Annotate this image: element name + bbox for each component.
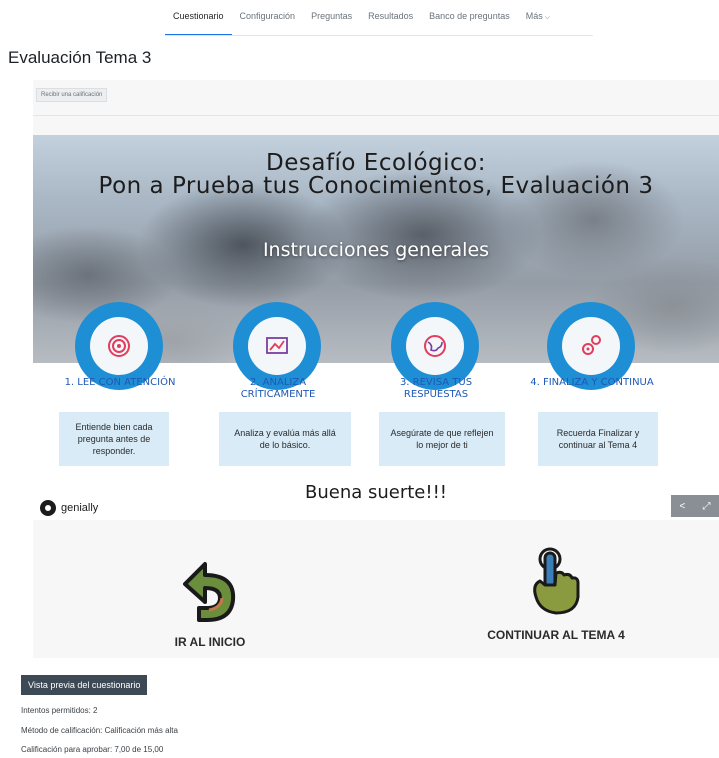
return-arrow-icon bbox=[183, 562, 236, 622]
receive-grade-button[interactable]: Recibir una calificación bbox=[36, 88, 108, 102]
step-4-title: 4. FINALIZA Y CONTINUA bbox=[530, 377, 654, 388]
genially-title-line2: Pon a Prueba tus Conocimientos, Evaluaci… bbox=[98, 173, 654, 199]
activity-content: Recibir una calificación Desafío Ecológi… bbox=[33, 80, 719, 658]
step-3-title: 3. REVISA TUS RESPUESTAS bbox=[399, 377, 473, 400]
tab-configuracion[interactable]: Configuración bbox=[232, 0, 304, 34]
nav-divider bbox=[165, 35, 593, 36]
chevron-down-icon: ⌵ bbox=[544, 14, 551, 21]
globe-icon bbox=[424, 335, 446, 357]
grading-method: Método de calificación: Calificación más… bbox=[21, 726, 178, 735]
fullscreen-icon[interactable]: ⤢ bbox=[702, 501, 710, 512]
go-home-button[interactable]: IR AL INICIO bbox=[165, 558, 255, 649]
embed-controls: < ⤢ bbox=[671, 495, 719, 517]
chart-icon bbox=[266, 337, 288, 354]
tab-mas-label: Más bbox=[525, 11, 543, 21]
good-luck-text: Buena suerte!!! bbox=[304, 482, 448, 503]
target-icon bbox=[108, 335, 130, 357]
genially-logo[interactable]: genially bbox=[40, 500, 98, 516]
tab-banco-de-preguntas[interactable]: Banco de preguntas bbox=[421, 0, 518, 34]
genially-logo-icon bbox=[40, 500, 56, 516]
instructions-heading: Instrucciones generales bbox=[262, 239, 490, 261]
secondary-navigation: Cuestionario Configuración Preguntas Res… bbox=[0, 0, 719, 36]
attempts-allowed: Intentos permitidos: 2 bbox=[21, 706, 98, 715]
step-2-card: Analiza y evalúa más allá de lo básico. bbox=[219, 412, 351, 466]
step-1-card: Entiende bien cada pregunta antes de res… bbox=[59, 412, 169, 466]
tab-mas[interactable]: Más ⌵ bbox=[518, 0, 558, 34]
gears-icon bbox=[582, 335, 601, 355]
genially-brand: genially bbox=[61, 502, 99, 514]
go-home-label: IR AL INICIO bbox=[174, 635, 246, 649]
panel-divider bbox=[33, 115, 719, 116]
tab-cuestionario[interactable]: Cuestionario bbox=[165, 0, 232, 36]
step-1-title: 1. LEE CON ATENCIÓN bbox=[64, 377, 176, 388]
continue-topic-button[interactable]: CONTINUAR AL TEMA 4 bbox=[471, 545, 641, 642]
step-4-card: Recuerda Finalizar y continuar al Tema 4 bbox=[538, 412, 658, 466]
quiz-preview-button[interactable]: Vista previa del cuestionario bbox=[21, 675, 148, 695]
step-3-card: Asegúrate de que reflejen lo mejor de ti bbox=[379, 412, 505, 466]
continue-topic-label: CONTINUAR AL TEMA 4 bbox=[487, 628, 625, 642]
tab-list: Cuestionario Configuración Preguntas Res… bbox=[165, 0, 558, 36]
page-title: Evaluación Tema 3 bbox=[8, 48, 152, 67]
share-icon[interactable]: < bbox=[680, 501, 686, 512]
tab-resultados[interactable]: Resultados bbox=[360, 0, 421, 34]
tap-hand-icon bbox=[533, 547, 580, 615]
tab-preguntas[interactable]: Preguntas bbox=[303, 0, 360, 34]
step-2-title: 2. ANALIZA CRÍTICAMENTE bbox=[240, 377, 316, 400]
genially-embed[interactable]: Desafío Ecológico: Pon a Prueba tus Cono… bbox=[33, 135, 719, 520]
passing-grade: Calificación para aprobar: 7,00 de 15,00 bbox=[21, 745, 164, 754]
